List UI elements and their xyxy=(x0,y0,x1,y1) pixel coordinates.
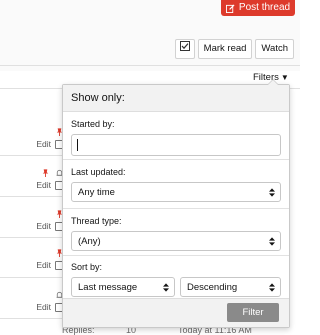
edit-link[interactable]: Edit xyxy=(36,139,51,149)
edit-link[interactable]: Edit xyxy=(36,180,51,190)
edit-link[interactable]: Edit xyxy=(36,260,51,270)
divider xyxy=(0,237,62,238)
thread-type-section: Thread type: (Any) xyxy=(63,209,289,256)
last-updated-label: Last updated: xyxy=(71,167,126,177)
pin-icon xyxy=(42,169,49,178)
divider xyxy=(0,155,62,156)
thread-row-controls: Edit xyxy=(36,290,64,312)
sort-direction-select[interactable]: Descending xyxy=(180,277,281,297)
post-thread-button[interactable]: Post thread xyxy=(221,0,295,16)
divider xyxy=(0,277,62,278)
sort-field-value: Last message xyxy=(78,282,138,293)
thread-type-select[interactable]: (Any) xyxy=(71,231,281,251)
select-threads-button[interactable] xyxy=(174,39,195,59)
started-by-label: Started by: xyxy=(71,119,115,129)
sort-direction-value: Descending xyxy=(187,282,238,293)
thread-row-controls: Edit xyxy=(36,209,64,231)
filter-menu: Show only: Started by: Last updated: Any… xyxy=(62,79,290,328)
thread-row-controls: Edit xyxy=(36,127,64,149)
started-by-input[interactable] xyxy=(71,134,281,156)
divider xyxy=(0,65,300,66)
select-arrows-icon xyxy=(269,232,275,255)
sort-by-section: Sort by: Last message Descending xyxy=(63,256,289,302)
sort-by-label: Sort by: xyxy=(71,262,103,272)
mark-read-button[interactable]: Mark read xyxy=(197,39,253,59)
sort-field-select[interactable]: Last message xyxy=(71,277,175,297)
thread-type-value: (Any) xyxy=(78,236,101,247)
filter-menu-footer: Filter xyxy=(63,298,289,327)
caret-down-icon: ▼ xyxy=(280,73,289,82)
started-by-section: Started by: xyxy=(63,112,289,160)
thread-toolbar: Mark read Watch xyxy=(174,39,294,59)
filter-button[interactable]: Filter xyxy=(227,303,279,322)
post-thread-label: Post thread xyxy=(238,2,291,13)
checkbox-icon xyxy=(179,40,190,58)
filter-menu-title: Show only: xyxy=(63,85,289,112)
divider xyxy=(0,318,62,319)
edit-link[interactable]: Edit xyxy=(36,302,51,312)
menu-arrow xyxy=(267,79,279,85)
thread-row-controls: Edit xyxy=(36,248,64,270)
last-updated-select[interactable]: Any time xyxy=(71,182,281,202)
thread-row-controls: Edit xyxy=(36,168,64,190)
text-cursor xyxy=(77,139,78,151)
last-updated-value: Any time xyxy=(78,187,115,198)
edit-icon xyxy=(225,3,235,13)
select-arrows-icon xyxy=(269,183,275,206)
watch-button[interactable]: Watch xyxy=(255,39,294,59)
divider xyxy=(0,196,62,197)
last-updated-section: Last updated: Any time xyxy=(63,160,289,209)
thread-type-label: Thread type: xyxy=(71,216,122,226)
edit-link[interactable]: Edit xyxy=(36,221,51,231)
